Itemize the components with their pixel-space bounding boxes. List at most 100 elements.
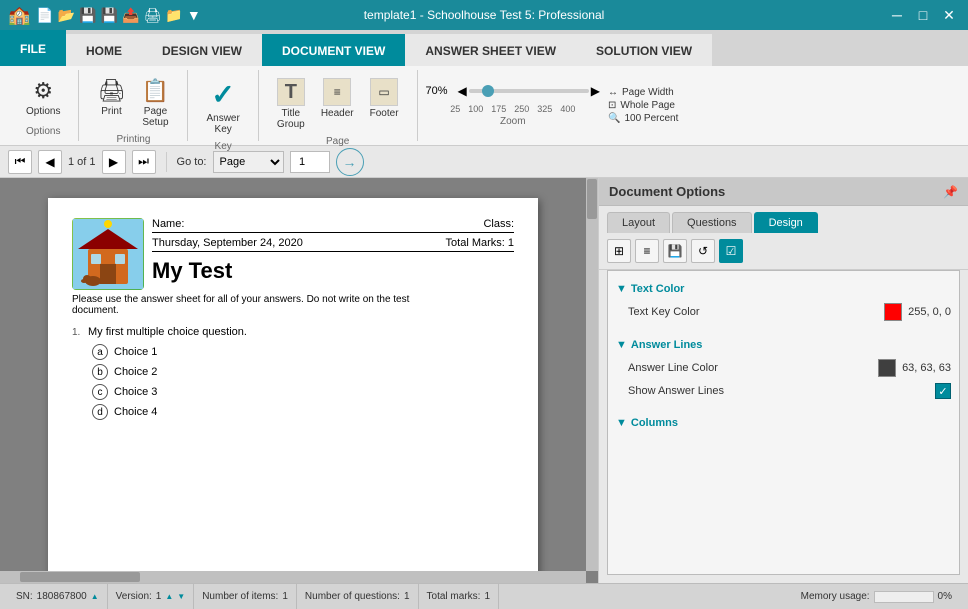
zoom-tick-175: 175 [491,104,506,114]
text-color-section-header[interactable]: ▼ Text Color [616,279,951,299]
columns-collapse-icon: ▼ [616,417,627,429]
header-label: Header [321,108,354,119]
tab-home[interactable]: HOME [66,34,142,66]
dropdown-icon[interactable]: ▼ [187,7,201,23]
hundred-percent-option[interactable]: 🔍 100 Percent [608,113,678,124]
show-answer-lines-checkbox[interactable]: ✓ [935,383,951,399]
version-down-arrow[interactable]: ▼ [177,592,185,601]
footer-icon: ▭ [370,78,398,106]
memory-progress-bar [874,591,934,603]
memory-value: 0% [938,591,952,602]
list-item: d Choice 4 [92,404,514,420]
first-page-button[interactable]: ⏮ [8,150,32,174]
answer-line-color-swatch[interactable] [878,359,896,377]
print-icon[interactable]: 🖨 [144,7,162,24]
export-icon[interactable]: 📤 [122,7,139,24]
whole-page-option[interactable]: ⊡ Whole Page [608,100,678,111]
options-label: Options [26,106,60,117]
zoom-tick-400: 400 [560,104,575,114]
print-icon: 🖨 [98,78,126,104]
last-page-button[interactable]: ⏭ [132,150,156,174]
ribbon-options-items: ⚙ Options [20,74,66,124]
answer-line-color-label: Answer Line Color [628,362,718,374]
choice-text-a: Choice 1 [114,346,157,358]
zoom-controls-row: 70% ◀ ▶ [426,84,600,98]
status-bar: SN: 180867800 ▲ Version: 1 ▲ ▼ Number of… [0,583,968,609]
panel-icon-1[interactable]: ⊞ [607,239,631,263]
tab-layout[interactable]: Layout [607,212,670,233]
horizontal-scrollbar-thumb[interactable] [20,572,140,582]
navigation-bar: ⏮ ◀ 1 of 1 ▶ ⏭ Go to: Page Question → [0,146,968,178]
quick-access-toolbar: 📄 📂 💾 💾 📤 🖨 📁 ▼ [36,7,200,24]
goto-page-input[interactable] [290,151,330,173]
page-setup-button[interactable]: 📋 Page Setup [135,74,175,132]
next-page-button[interactable]: ▶ [102,150,126,174]
zoom-out-button[interactable]: ◀ [458,84,467,98]
zoom-percent-label: 70% [426,85,456,97]
panel-content: ▼ Text Color Text Key Color 255, 0, 0 [607,270,960,575]
tab-document-view[interactable]: DOCUMENT VIEW [262,34,405,66]
printing-group-label: Printing [117,132,151,145]
total-marks-text: Total Marks: 1 [446,237,514,249]
header-button[interactable]: ≡ Header [315,74,360,123]
vertical-scrollbar[interactable] [586,178,598,571]
page-width-label: Page Width [622,87,674,98]
questions-label: Number of questions: [305,591,400,602]
panel-icon-4[interactable]: ↺ [691,239,715,263]
ribbon-group-options: ⚙ Options Options [8,70,79,141]
vertical-scrollbar-thumb[interactable] [587,179,597,219]
tab-file[interactable]: FILE [0,30,66,66]
text-key-color-swatch[interactable] [884,303,902,321]
text-color-collapse-icon: ▼ [616,283,627,295]
sn-up-arrow[interactable]: ▲ [91,592,99,601]
options-button[interactable]: ⚙ Options [20,74,66,121]
panel-icon-5[interactable]: ☑ [719,239,743,263]
version-up-arrow[interactable]: ▲ [165,592,173,601]
folder-icon[interactable]: 📁 [165,7,182,24]
tab-design[interactable]: Design [754,212,818,233]
answer-key-button[interactable]: ✓ Answer Key [200,74,245,139]
page-setup-icon: 📋 [142,78,169,104]
zoom-options: ↔ Page Width ⊡ Whole Page 🔍 100 Percent [608,87,678,124]
answer-key-icon: ✓ [211,78,234,111]
hundred-percent-icon: 🔍 [608,113,620,124]
sn-status: SN: 180867800 ▲ [8,584,108,609]
open-icon[interactable]: 📂 [58,7,75,24]
nav-divider [166,152,167,172]
question-row: 1. My first multiple choice question. [72,326,514,344]
zoom-in-button[interactable]: ▶ [591,84,600,98]
page-width-option[interactable]: ↔ Page Width [608,87,678,98]
zoom-slider-input[interactable] [469,89,589,93]
minimize-button[interactable]: ─ [886,4,908,26]
close-button[interactable]: ✕ [938,4,960,26]
ribbon-group-printing: 🖨 Print 📋 Page Setup Printing [79,70,188,141]
tab-solution-view[interactable]: SOLUTION VIEW [576,34,712,66]
memory-label: Memory usage: [801,591,870,602]
columns-section-header[interactable]: ▼ Columns [616,413,951,433]
prev-page-button[interactable]: ◀ [38,150,62,174]
tab-answer-sheet-view[interactable]: ANSWER SHEET VIEW [405,34,576,66]
footer-button[interactable]: ▭ Footer [364,74,405,123]
text-key-color-value: 255, 0, 0 [884,303,951,321]
panel-title: Document Options [609,184,725,199]
ribbon-key-items: ✓ Answer Key [200,74,245,139]
tab-design-view[interactable]: DESIGN VIEW [142,34,262,66]
title-group-button[interactable]: T Title Group [271,74,311,134]
save-icon[interactable]: 💾 [79,7,96,24]
horizontal-scrollbar[interactable] [0,571,586,583]
print-button[interactable]: 🖨 Print [91,74,131,121]
maximize-button[interactable]: □ [912,4,934,26]
options-group-label: Options [26,124,60,137]
choice-letter-b: b [92,364,108,380]
go-button[interactable]: → [336,148,364,176]
sn-label: SN: [16,591,33,602]
save2-icon[interactable]: 💾 [101,7,118,24]
goto-select[interactable]: Page Question [213,151,284,173]
columns-section-content [616,433,951,445]
new-icon[interactable]: 📄 [36,7,53,24]
tab-questions[interactable]: Questions [672,212,752,233]
panel-pin-icon[interactable]: 📌 [943,185,958,199]
panel-icon-2[interactable]: ≡ [635,239,659,263]
panel-icon-3[interactable]: 💾 [663,239,687,263]
answer-lines-section-header[interactable]: ▼ Answer Lines [616,335,951,355]
